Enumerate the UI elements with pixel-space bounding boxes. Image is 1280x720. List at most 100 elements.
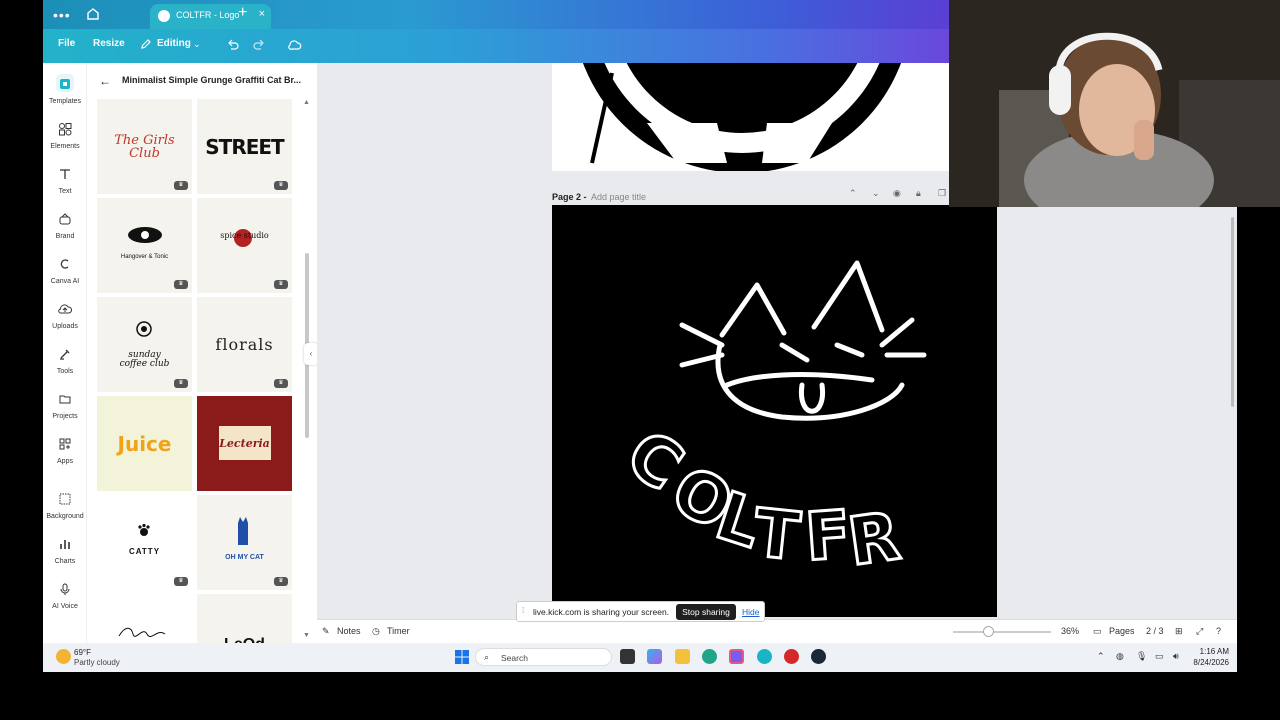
back-arrow-icon[interactable]: ←: [99, 74, 111, 88]
partly-cloudy-icon[interactable]: [56, 649, 71, 664]
timer-icon[interactable]: ◷: [372, 626, 380, 637]
move-page-down-icon[interactable]: ⌄: [872, 188, 880, 199]
rail-item-elements[interactable]: Elements: [43, 122, 87, 162]
template-card[interactable]: STREET ♛: [197, 99, 292, 194]
fullscreen-icon[interactable]: ⤢: [1196, 626, 1203, 637]
timer-button[interactable]: Timer: [387, 626, 410, 636]
chevron-down-icon[interactable]: ⌄: [193, 39, 201, 50]
move-page-up-icon[interactable]: ⌃: [849, 188, 857, 199]
stop-sharing-button[interactable]: Stop sharing: [676, 604, 736, 620]
template-preview-text: Hangover & Tonic: [120, 253, 169, 260]
template-card[interactable]: sunday coffee club ♛: [97, 297, 192, 392]
notes-button[interactable]: Notes: [337, 626, 361, 636]
screen: ••• COLTFR - Logo × + File Resize Editin…: [0, 0, 1280, 720]
tray-overflow-icon[interactable]: ⌃: [1097, 651, 1105, 662]
rail-item-canva-ai[interactable]: Canva AI: [43, 257, 87, 297]
new-tab-button[interactable]: +: [238, 4, 247, 22]
scroll-up-icon[interactable]: ▲: [303, 99, 310, 106]
template-card[interactable]: spice studio ♛: [197, 198, 292, 293]
discord-icon[interactable]: [729, 649, 744, 664]
home-icon[interactable]: [85, 6, 101, 22]
rail-item-apps[interactable]: Apps: [43, 437, 87, 477]
cloud-save-icon[interactable]: [288, 38, 302, 52]
crown-icon: ♛: [174, 181, 188, 190]
rail-item-ai-voice[interactable]: AI Voice: [43, 582, 87, 622]
zoom-level[interactable]: 36%: [1061, 626, 1079, 636]
rail-item-background[interactable]: Background: [43, 492, 87, 532]
rail-item-brand[interactable]: Brand: [43, 212, 87, 252]
template-card[interactable]: Hangover & Tonic ♛: [97, 198, 192, 293]
script-scribble-icon: [118, 627, 166, 638]
editing-mode-button[interactable]: Editing: [157, 38, 191, 49]
background-icon: [59, 493, 71, 505]
resize-button[interactable]: Resize: [93, 38, 125, 49]
lock-page-icon[interactable]: 🔒︎: [916, 188, 921, 199]
weather-condition[interactable]: Partly cloudy: [74, 658, 120, 667]
scroll-down-icon[interactable]: ▼: [303, 632, 310, 639]
drag-handle-icon[interactable]: ⁞: [522, 606, 524, 615]
rail-item-uploads[interactable]: Uploads: [43, 302, 87, 342]
redo-icon[interactable]: [252, 38, 266, 52]
network-icon[interactable]: ◍: [1116, 651, 1124, 662]
rail-item-text[interactable]: Text: [43, 167, 87, 207]
template-card[interactable]: LeOd: [197, 594, 292, 643]
close-tab-icon[interactable]: ×: [259, 8, 265, 20]
rail-item-projects[interactable]: Projects: [43, 392, 87, 432]
streamer-webcam-feed: [949, 0, 1280, 207]
page-2-canvas[interactable]: C O L T F R: [552, 205, 997, 617]
file-menu-button[interactable]: File: [58, 38, 75, 49]
collapse-panel-button[interactable]: ‹: [304, 343, 318, 365]
copilot-icon[interactable]: [647, 649, 662, 664]
sharing-message: live.kick.com is sharing your screen.: [533, 607, 670, 617]
pencil-icon: [141, 39, 151, 49]
duplicate-page-icon[interactable]: ❐: [938, 188, 946, 199]
rail-item-templates[interactable]: Templates: [43, 74, 87, 117]
zoom-slider-handle[interactable]: [983, 626, 994, 637]
file-explorer-icon[interactable]: [675, 649, 690, 664]
page-2-label: Page 2 -: [552, 192, 587, 202]
page-title-input[interactable]: Add page title: [591, 192, 646, 202]
coltfr-cat-logo: C O L T F R: [611, 260, 927, 582]
hide-sharing-bar-link[interactable]: Hide: [742, 607, 759, 617]
display-icon[interactable]: ▭: [1155, 651, 1164, 662]
template-card[interactable]: [97, 594, 192, 643]
template-card[interactable]: CATTY ♛: [97, 495, 192, 590]
hide-page-icon[interactable]: ◉: [893, 188, 901, 199]
logo-letter: R: [844, 498, 905, 581]
help-icon[interactable]: ?: [1216, 626, 1221, 636]
template-card[interactable]: florals ♛: [197, 297, 292, 392]
weather-temperature[interactable]: 69°F: [74, 648, 91, 657]
steam-icon[interactable]: [811, 649, 826, 664]
zoom-slider[interactable]: [953, 631, 1051, 633]
microphone-icon[interactable]: 🎙︎: [1136, 651, 1147, 662]
recording-app-icon[interactable]: [784, 649, 799, 664]
template-card[interactable]: OH MY CAT ♛: [197, 495, 292, 590]
browser-tab-active[interactable]: COLTFR - Logo ×: [150, 4, 271, 29]
template-card[interactable]: Lecteria: [197, 396, 292, 491]
browser-menu-icon[interactable]: •••: [53, 7, 71, 23]
rail-label: Charts: [54, 558, 76, 565]
edge-browser-icon[interactable]: [702, 649, 717, 664]
canva-app-icon[interactable]: [757, 649, 772, 664]
taskbar-search-box[interactable]: ⌕ Search: [475, 648, 612, 666]
clock-date[interactable]: 8/24/2026: [1189, 658, 1229, 667]
rail-label: Brand: [55, 233, 75, 240]
rail-item-tools[interactable]: Tools: [43, 347, 87, 387]
rail-label: Background: [46, 513, 84, 520]
pages-icon[interactable]: ▭: [1093, 626, 1102, 637]
notes-icon[interactable]: ✎: [322, 626, 330, 637]
grid-view-icon[interactable]: ⊞: [1175, 626, 1183, 637]
pages-button[interactable]: Pages: [1109, 626, 1135, 636]
side-navigation-rail: Templates Elements Text Brand Canva AI U…: [43, 63, 87, 643]
task-view-icon[interactable]: [620, 649, 635, 664]
volume-icon[interactable]: 🔊︎: [1173, 651, 1179, 662]
template-card[interactable]: The Girls Club ♛: [97, 99, 192, 194]
page-1-canvas[interactable]: [552, 63, 949, 171]
template-preview-text: The Girls Club: [114, 132, 175, 161]
undo-icon[interactable]: [226, 38, 240, 52]
windows-start-icon[interactable]: [455, 650, 469, 664]
clock-time[interactable]: 1:16 AM: [1189, 647, 1229, 656]
rail-item-charts[interactable]: Charts: [43, 537, 87, 577]
template-card[interactable]: Juice: [97, 396, 192, 491]
canvas-scrollbar[interactable]: [1231, 217, 1234, 407]
